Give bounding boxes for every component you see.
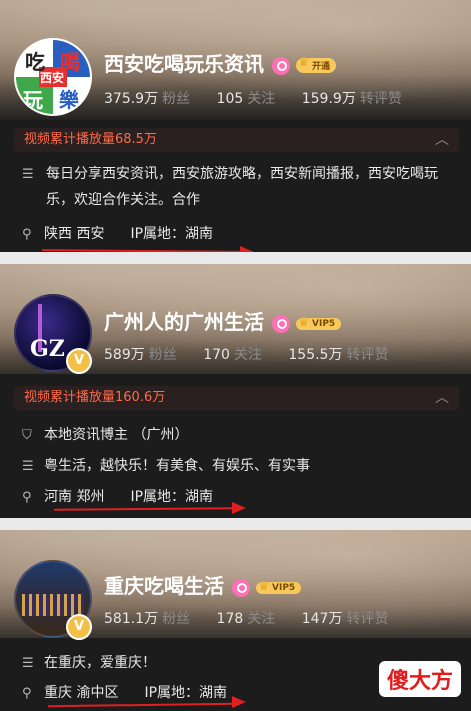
verified-badge-icon: V bbox=[66, 348, 92, 374]
avatar-center-text: 西安 bbox=[40, 71, 65, 85]
red-arrow-head bbox=[232, 696, 246, 708]
fans-label: 粉丝 bbox=[162, 611, 191, 627]
bio-text: 在重庆，爱重庆！ bbox=[44, 655, 156, 671]
follow-label: 关注 bbox=[247, 611, 276, 627]
verify-row: ⛉ 本地资讯博主 （广州） bbox=[22, 424, 188, 444]
verify-text: 本地资讯博主 （广州） bbox=[44, 427, 189, 443]
stats-row: 581.1万 粉丝 178 关注 147万 转评赞 bbox=[104, 608, 410, 628]
bio-text: 粤生活，越快乐！有美食、有娱乐、有实事 bbox=[44, 458, 310, 474]
ip-location: IP属地：湖南 bbox=[130, 489, 214, 505]
account-name-text: 西安吃喝玩乐资讯 bbox=[104, 52, 264, 76]
profile-card-xian: 吃 喝 玩 樂 西安 西安吃喝玩乐资讯 开通 375.9万粉丝 105关注 159… bbox=[0, 0, 471, 252]
location-pin-icon: ⚲ bbox=[22, 490, 32, 505]
location-text: 河南 郑州 bbox=[44, 489, 105, 505]
play-count-text: 视频累计播放量160.6万 bbox=[24, 390, 166, 405]
follow-count[interactable]: 178 bbox=[217, 611, 244, 627]
account-name-text: 重庆吃喝生活 bbox=[104, 574, 224, 598]
bio-text: 每日分享西安资讯，西安旅游攻略，西安新闻播报，西安吃喝玩乐，欢迎合作关注。合作 bbox=[46, 166, 438, 208]
likes-count: 155.5万 bbox=[288, 347, 343, 363]
likes-count: 159.9万 bbox=[301, 91, 356, 107]
vip-badge[interactable]: VIP5 bbox=[256, 579, 302, 594]
location-row: ⚲ 重庆 渝中区 IP属地：湖南 bbox=[22, 682, 227, 702]
verified-badge-icon: V bbox=[66, 614, 92, 640]
card-separator bbox=[0, 518, 471, 530]
fans-count[interactable]: 581.1万 bbox=[104, 611, 158, 627]
account-name[interactable]: 重庆吃喝生活 VIP5 bbox=[104, 570, 302, 599]
account-name[interactable]: 广州人的广州生活 VIP5 bbox=[104, 306, 342, 335]
collapse-caret-icon[interactable]: ︿ bbox=[435, 386, 449, 410]
play-count-text: 视频累计播放量68.5万 bbox=[24, 132, 157, 147]
bio-row: ☰ 在重庆，爱重庆！ bbox=[22, 652, 156, 672]
desc-icon-row: ☰ bbox=[22, 166, 44, 182]
profile-card-chongqing: V 重庆吃喝生活 VIP5 581.1万粉丝 178关注 147万转评赞 ☰ 在重庆… bbox=[0, 530, 471, 711]
follow-label: 关注 bbox=[233, 347, 262, 363]
avatar-char-4: 樂 bbox=[59, 88, 79, 112]
fans-label: 粉丝 bbox=[162, 91, 191, 107]
search-badge-icon[interactable] bbox=[272, 56, 290, 75]
card-separator bbox=[0, 252, 471, 264]
avatar-text: GZ bbox=[30, 336, 65, 362]
collapse-caret-icon[interactable]: ︿ bbox=[435, 128, 449, 152]
location-row: ⚲ 河南 郑州 IP属地：湖南 bbox=[22, 486, 213, 506]
red-arrow-head bbox=[232, 502, 246, 514]
likes-label: 转评赞 bbox=[359, 91, 402, 107]
fans-count[interactable]: 375.9万 bbox=[104, 91, 158, 107]
likes-count: 147万 bbox=[301, 611, 343, 627]
account-name-text: 广州人的广州生活 bbox=[104, 310, 264, 334]
avatar-char-3: 玩 bbox=[23, 88, 43, 112]
search-badge-icon[interactable] bbox=[232, 578, 250, 597]
ip-location: IP属地：湖南 bbox=[130, 226, 214, 242]
location-pin-icon: ⚲ bbox=[22, 686, 32, 701]
location-row: ⚲ 陕西 西安 IP属地：湖南 bbox=[22, 223, 213, 243]
watermark-logo: 傻大方 bbox=[378, 661, 461, 697]
ip-location: IP属地：湖南 bbox=[144, 685, 228, 701]
likes-label: 转评赞 bbox=[346, 347, 389, 363]
location-pin-icon: ⚲ bbox=[22, 227, 32, 242]
avatar[interactable]: 吃 喝 玩 樂 西安 bbox=[14, 38, 92, 116]
document-icon: ☰ bbox=[22, 656, 34, 671]
search-badge-icon[interactable] bbox=[272, 314, 290, 333]
likes-label: 转评赞 bbox=[346, 611, 389, 627]
follow-count[interactable]: 105 bbox=[217, 91, 244, 107]
location-text: 重庆 渝中区 bbox=[44, 685, 119, 701]
shield-check-icon: ⛉ bbox=[22, 428, 32, 443]
location-text: 陕西 西安 bbox=[44, 226, 105, 242]
vip-badge[interactable]: 开通 bbox=[296, 55, 337, 73]
fans-label: 粉丝 bbox=[148, 347, 177, 363]
city-lights bbox=[22, 594, 84, 616]
play-count-bar[interactable]: 视频累计播放量160.6万 ︿ bbox=[14, 386, 459, 410]
stats-row: 375.9万 粉丝 105 关注 159.9万 转评赞 bbox=[104, 88, 424, 108]
stats-row: 589万 粉丝 170 关注 155.5万 转评赞 bbox=[104, 344, 410, 364]
account-name[interactable]: 西安吃喝玩乐资讯 开通 bbox=[104, 48, 337, 77]
bio-row: ☰ 粤生活，越快乐！有美食、有娱乐、有实事 bbox=[22, 455, 310, 475]
vip-badge[interactable]: VIP5 bbox=[296, 315, 342, 330]
play-count-bar[interactable]: 视频累计播放量68.5万 ︿ bbox=[14, 128, 459, 152]
follow-count[interactable]: 170 bbox=[203, 347, 230, 363]
follow-label: 关注 bbox=[247, 91, 276, 107]
profile-card-guangzhou: GZ V 广州人的广州生活 VIP5 589万粉丝 170关注 155.5万转评赞… bbox=[0, 264, 471, 518]
fans-count[interactable]: 589万 bbox=[104, 347, 145, 363]
document-icon: ☰ bbox=[22, 167, 34, 182]
document-icon: ☰ bbox=[22, 459, 34, 474]
